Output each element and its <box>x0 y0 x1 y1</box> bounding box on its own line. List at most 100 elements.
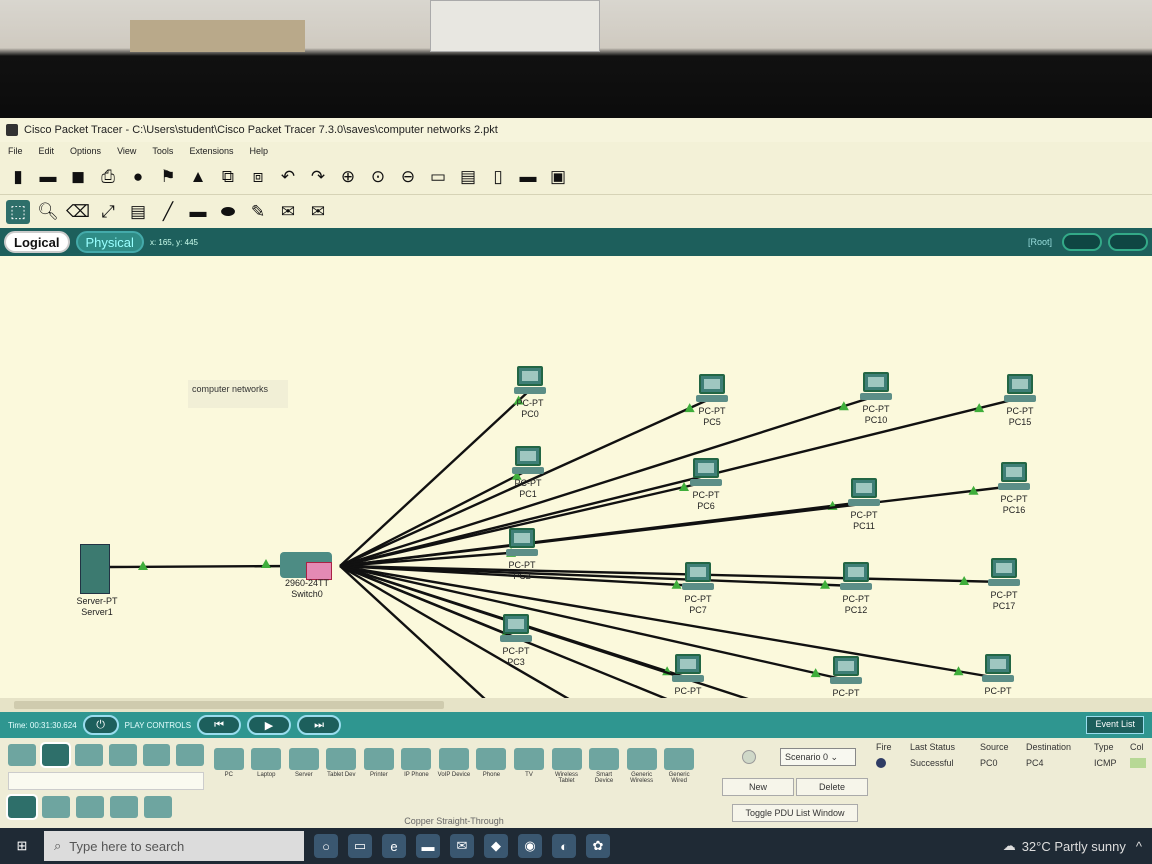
pc-icon[interactable] <box>696 374 728 404</box>
pc-icon[interactable] <box>500 614 532 644</box>
end-devices-sub-icon[interactable] <box>6 794 38 820</box>
open-icon[interactable]: ▬ <box>36 165 60 189</box>
pc-node[interactable]: PC-PT PC11 <box>819 478 909 532</box>
link-pc14[interactable] <box>339 564 846 698</box>
components-icon[interactable] <box>75 744 104 766</box>
smart-city-icon[interactable] <box>76 796 104 818</box>
link-pc10[interactable] <box>339 394 877 568</box>
multiuser-icon[interactable] <box>176 744 205 766</box>
new-cluster-button[interactable] <box>1108 233 1148 251</box>
device-type-item[interactable]: Generic Wireless <box>625 748 659 810</box>
zoom-reset-icon[interactable]: ⊙ <box>366 165 390 189</box>
pc-icon[interactable] <box>506 528 538 558</box>
pc-icon[interactable] <box>512 446 544 476</box>
fire-icon[interactable] <box>876 758 886 768</box>
pc-node[interactable]: PC-PT PC6 <box>661 458 751 512</box>
edge-icon[interactable]: e <box>382 834 406 858</box>
pc-node[interactable]: PC-PT PC15 <box>975 374 1065 428</box>
menu-options[interactable]: Options <box>70 146 101 156</box>
resize-icon[interactable]: ⤢ <box>96 200 120 224</box>
horizontal-scrollbar[interactable] <box>0 698 1152 712</box>
chrome-icon[interactable]: ◉ <box>518 834 542 858</box>
pc-node[interactable]: PC-PT PC2 <box>477 528 567 582</box>
chevron-up-icon[interactable]: ^ <box>1136 839 1142 854</box>
step-forward-button[interactable]: ⏭ <box>297 715 342 735</box>
pc-node[interactable]: PC-PT PC5 <box>667 374 757 428</box>
pc-icon[interactable] <box>988 558 1020 588</box>
add-simple-pdu-icon[interactable]: ✉ <box>276 200 300 224</box>
pc-node[interactable]: PC-PT PC3 <box>471 614 561 668</box>
server-icon[interactable] <box>80 544 110 594</box>
link-server-switch[interactable] <box>109 564 301 569</box>
cortana-icon[interactable]: ○ <box>314 834 338 858</box>
start-icon[interactable]: ⊞ <box>10 834 34 858</box>
custom-device-icon[interactable]: ▲ <box>186 165 210 189</box>
select-icon[interactable]: ⬚ <box>6 199 30 224</box>
play-button[interactable]: ▶ <box>247 715 292 735</box>
paste-icon[interactable]: ⧈ <box>246 165 270 189</box>
network-devices-icon[interactable] <box>8 744 36 766</box>
back-button[interactable] <box>1062 233 1102 251</box>
pc-icon[interactable] <box>682 562 714 592</box>
connections-icon[interactable] <box>109 744 137 766</box>
power-grid-icon[interactable] <box>144 796 172 818</box>
menu-view[interactable]: View <box>117 146 136 156</box>
tab-logical[interactable]: Logical <box>4 231 70 253</box>
pc-node[interactable]: PC-PT PC10 <box>831 372 921 426</box>
device-type-item[interactable]: Printer <box>362 748 396 810</box>
power-cycle-button[interactable]: ⏻ <box>82 715 119 735</box>
logical-workspace[interactable]: computer networks Server-PT Server1 2960… <box>0 256 1152 807</box>
device-type-item[interactable]: PC <box>212 748 246 810</box>
line-icon[interactable]: ╱ <box>156 200 180 224</box>
pc-node[interactable]: PC-PT PC12 <box>811 562 901 616</box>
pdu-icon[interactable]: ▯ <box>486 165 510 189</box>
device-type-item[interactable]: Tablet Dev <box>325 748 359 810</box>
device-type-item[interactable]: TV <box>512 748 546 810</box>
custom-devices-dialog-icon[interactable]: ▤ <box>456 165 480 189</box>
zoom-in-icon[interactable]: ⊕ <box>336 165 360 189</box>
pc-node[interactable]: PC-PT PC1 <box>483 446 573 500</box>
viewport-icon[interactable]: ▬ <box>516 165 540 189</box>
pc-node[interactable]: PC-PT PC7 <box>653 562 743 616</box>
toggle-pdu-list-button[interactable]: Toggle PDU List Window <box>732 804 858 822</box>
pc-node[interactable]: PC-PT PC17 <box>959 558 1049 612</box>
pc-node[interactable]: PC-PT PC0 <box>485 366 575 420</box>
rectangle-icon[interactable]: ▬ <box>186 200 210 224</box>
network-info-icon[interactable]: ⚑ <box>156 165 180 189</box>
menu-tools[interactable]: Tools <box>152 146 173 156</box>
device-type-item[interactable]: Generic Wired <box>662 748 696 810</box>
device-type-item[interactable]: Smart Device <box>587 748 621 810</box>
redo-icon[interactable]: ↷ <box>306 165 330 189</box>
pc-icon[interactable] <box>848 478 880 508</box>
device-type-item[interactable]: VoIP Device <box>437 748 471 810</box>
category-search[interactable] <box>8 772 204 790</box>
drawing-palette-icon[interactable]: ▭ <box>426 165 450 189</box>
inspect-icon[interactable]: 🔍︎ <box>36 200 60 224</box>
table-row[interactable]: Successful PC0 PC4 ICMP <box>876 758 1152 770</box>
file-explorer-icon[interactable]: ▬ <box>416 834 440 858</box>
device-type-item[interactable]: Wireless Tablet <box>550 748 584 810</box>
tab-physical[interactable]: Physical <box>75 231 144 253</box>
menu-extensions[interactable]: Extensions <box>189 146 233 156</box>
task-view-icon[interactable]: ▭ <box>348 834 372 858</box>
new-scenario-button[interactable]: New <box>722 778 794 796</box>
device-type-item[interactable]: Phone <box>475 748 509 810</box>
new-icon[interactable]: ▮ <box>6 165 30 189</box>
misc-icon[interactable] <box>142 744 171 766</box>
menu-file[interactable]: File <box>8 146 23 156</box>
home-icon[interactable] <box>42 796 70 818</box>
copy-icon[interactable]: ⧉ <box>216 165 240 189</box>
pc-icon[interactable] <box>830 656 862 686</box>
step-back-button[interactable]: ⏮ <box>197 715 242 735</box>
taskbar-search[interactable]: ⌕ Type here to search <box>44 831 304 861</box>
menu-help[interactable]: Help <box>249 146 268 156</box>
note-icon[interactable]: ▤ <box>126 200 150 224</box>
event-list-button[interactable]: Event List <box>1086 716 1144 734</box>
weather-widget[interactable]: ☁ 32°C Partly sunny <box>1003 838 1126 854</box>
pc-icon[interactable] <box>982 654 1014 684</box>
pc-icon[interactable] <box>998 462 1030 492</box>
pc-icon[interactable] <box>840 562 872 592</box>
industrial-icon[interactable] <box>110 796 138 818</box>
image-icon[interactable]: ▣ <box>546 165 570 189</box>
delete-scenario-button[interactable]: Delete <box>796 778 868 796</box>
